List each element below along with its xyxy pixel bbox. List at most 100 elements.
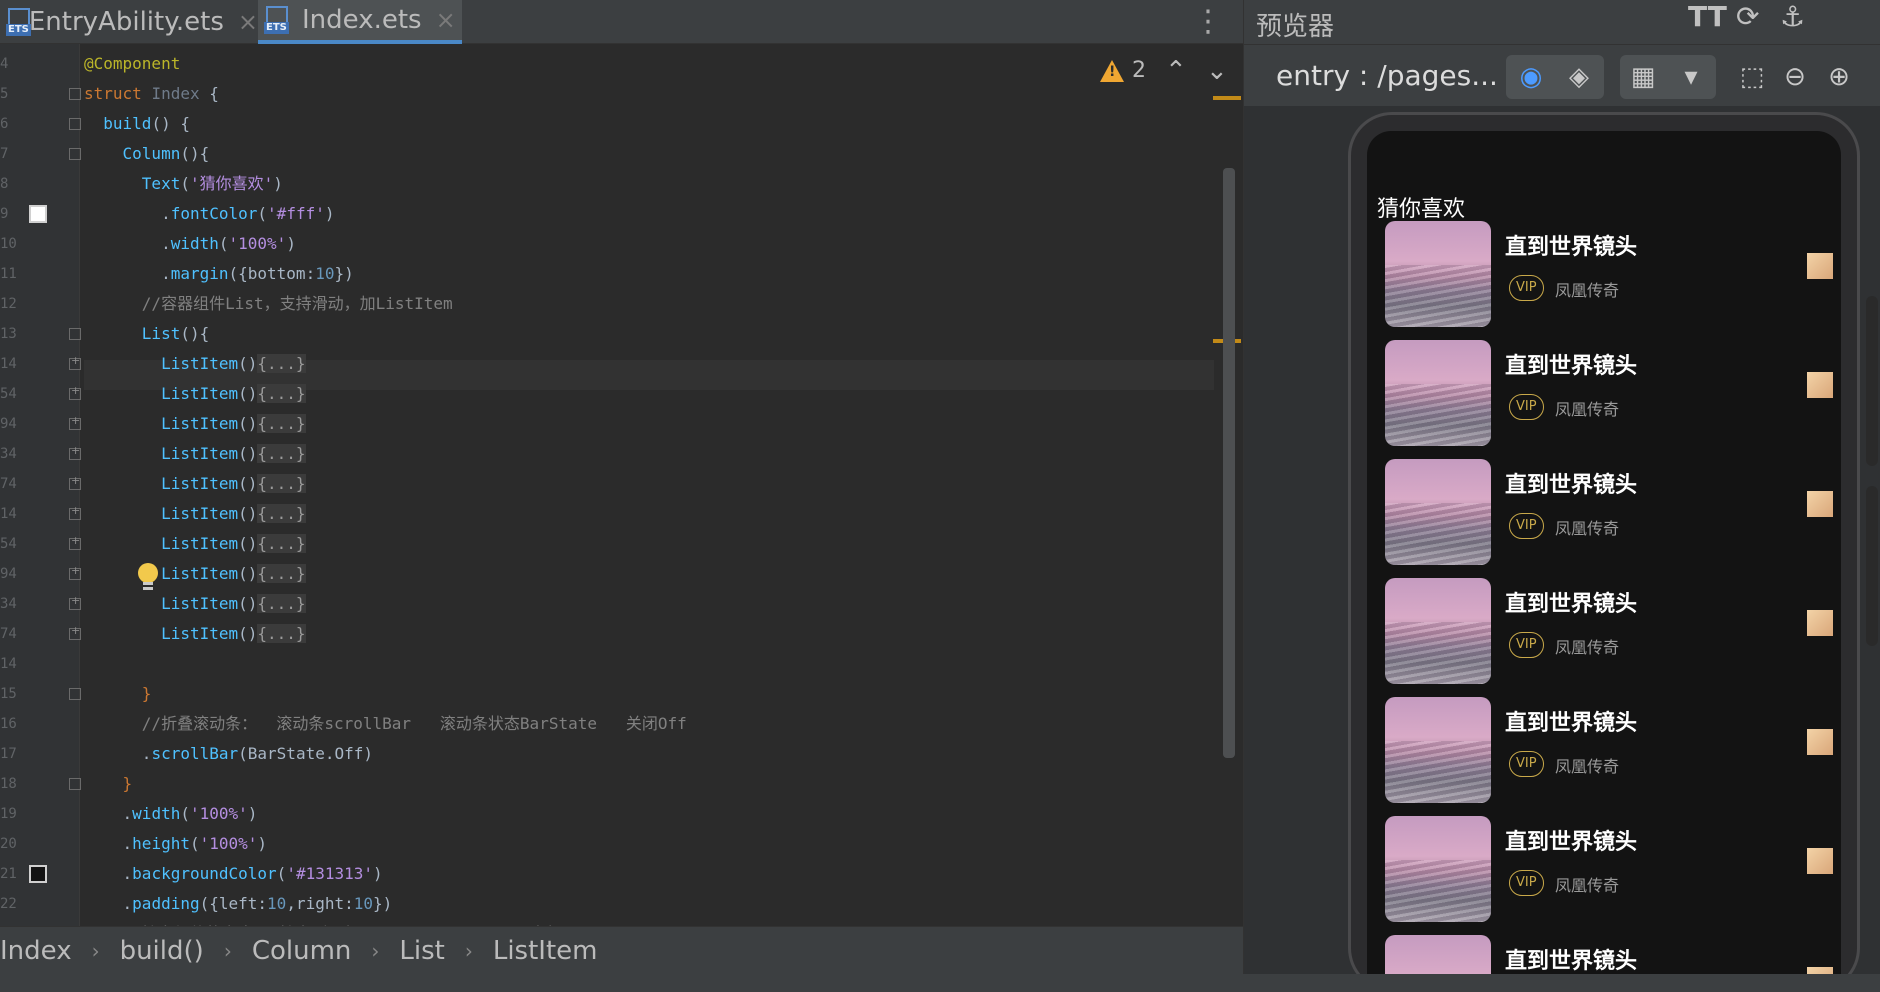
expand-fold-icon[interactable] xyxy=(69,534,81,550)
code-line: ListItem(){...} xyxy=(84,379,306,409)
color-swatch-icon[interactable] xyxy=(29,205,47,223)
expand-fold-icon[interactable] xyxy=(69,594,81,610)
lightbulb-icon[interactable] xyxy=(138,563,158,591)
song-list-item[interactable]: 直到世界镜头 VIP 凤凰传奇 xyxy=(1385,578,1833,684)
folded-block[interactable]: {...} xyxy=(257,474,306,493)
more-action-icon[interactable] xyxy=(1807,491,1833,517)
code-token: ) xyxy=(286,234,296,253)
code-token: (){ xyxy=(180,324,210,343)
warning-stripe-marker[interactable] xyxy=(1213,96,1241,100)
breadcrumb-item[interactable]: Index xyxy=(0,936,72,966)
song-list-item[interactable]: 直到世界镜头 VIP 凤凰传奇 xyxy=(1385,459,1833,565)
scrollbar-thumb[interactable] xyxy=(1223,168,1235,758)
chevron-down-icon[interactable]: ▾ xyxy=(1668,55,1714,99)
code-token: ( xyxy=(276,864,287,883)
more-action-icon[interactable] xyxy=(1807,253,1833,279)
folded-block[interactable]: {...} xyxy=(257,564,306,583)
song-list-item[interactable]: 直到世界镜头 VIP 凤凰传奇 xyxy=(1385,340,1833,446)
collapse-fold-icon[interactable] xyxy=(69,88,81,100)
code-line: .scrollBar(BarState.Off) xyxy=(84,739,373,769)
folded-block[interactable]: {...} xyxy=(257,624,306,643)
more-action-icon[interactable] xyxy=(1807,848,1833,874)
zoom-out-icon[interactable]: ⊖ xyxy=(1772,55,1818,99)
more-action-icon[interactable] xyxy=(1807,729,1833,755)
code-token: () xyxy=(238,624,258,643)
refresh-icon[interactable]: ⟳ xyxy=(1736,0,1759,33)
zoom-in-icon[interactable]: ⊕ xyxy=(1816,55,1862,99)
code-token: () xyxy=(238,414,258,433)
tab-entryability[interactable]: ETS EntryAbility.ets × xyxy=(0,0,258,44)
line-number: 17 xyxy=(0,746,17,762)
code-line: ListItem(){...} xyxy=(84,589,306,619)
collapse-fold-icon[interactable] xyxy=(69,328,81,340)
color-swatch-icon[interactable] xyxy=(29,865,47,883)
song-list-item[interactable]: 直到世界镜头 VIP 凤凰传奇 xyxy=(1385,697,1833,803)
line-number: 13 xyxy=(0,326,17,342)
side-handle[interactable] xyxy=(1866,296,1878,466)
collapse-fold-icon[interactable] xyxy=(69,778,81,790)
expand-fold-icon[interactable] xyxy=(69,354,81,370)
code-token: } xyxy=(122,774,133,793)
breadcrumb-item[interactable]: Column xyxy=(252,936,352,966)
chevron-down-icon[interactable]: ⌄ xyxy=(1206,56,1228,86)
code-token: }) xyxy=(373,894,393,913)
expand-fold-icon[interactable] xyxy=(69,444,81,460)
more-vertical-icon[interactable]: ⋮ xyxy=(1193,4,1223,39)
font-size-icon[interactable]: TT xyxy=(1688,0,1727,33)
folded-block[interactable]: {...} xyxy=(257,354,306,373)
close-icon[interactable]: × xyxy=(238,8,258,36)
inspect-icon[interactable]: ◉ xyxy=(1508,55,1554,99)
code-token: () xyxy=(238,534,258,553)
expand-fold-icon[interactable] xyxy=(69,384,81,400)
more-action-icon[interactable] xyxy=(1807,372,1833,398)
close-icon[interactable]: × xyxy=(436,6,456,34)
song-title: 直到世界镜头 xyxy=(1505,949,1638,974)
chevron-up-icon[interactable]: ⌃ xyxy=(1165,56,1187,86)
chevron-right-icon: › xyxy=(464,938,473,963)
folded-block[interactable]: {...} xyxy=(257,594,306,613)
collapse-fold-icon[interactable] xyxy=(69,688,81,700)
song-title: 直到世界镜头 xyxy=(1505,830,1638,855)
expand-fold-icon[interactable] xyxy=(69,624,81,640)
grid-icon[interactable]: ▦ xyxy=(1620,55,1666,99)
expand-fold-icon[interactable] xyxy=(69,564,81,580)
preview-page-path[interactable]: entry : /pages... xyxy=(1276,59,1498,92)
folded-block[interactable]: {...} xyxy=(257,504,306,523)
code-area[interactable]: @Component struct Index { build() { Colum… xyxy=(84,44,1214,943)
layers-icon[interactable]: ◈ xyxy=(1556,55,1602,99)
collapse-fold-icon[interactable] xyxy=(69,148,81,160)
code-line: .width('100%') xyxy=(84,799,258,829)
code-token: width xyxy=(170,234,219,253)
line-number: 14 xyxy=(0,656,17,672)
tab-label: Index.ets xyxy=(302,5,422,35)
more-action-icon[interactable] xyxy=(1807,610,1833,636)
pin-icon[interactable]: ⚓ xyxy=(1780,0,1805,33)
album-cover xyxy=(1385,221,1491,327)
breadcrumb-item[interactable]: ListItem xyxy=(493,936,598,966)
side-handle[interactable] xyxy=(1866,486,1878,646)
folded-block[interactable]: {...} xyxy=(257,534,306,553)
collapse-fold-icon[interactable] xyxy=(69,118,81,130)
folded-block[interactable]: {...} xyxy=(257,384,306,403)
frame-icon[interactable]: ⬚ xyxy=(1729,55,1775,99)
song-list-item[interactable]: 直到世界镜头 VIP 凤凰传奇 xyxy=(1385,816,1833,922)
folded-block[interactable]: {...} xyxy=(257,414,306,433)
breadcrumb-item[interactable]: build() xyxy=(120,936,204,966)
song-list-item[interactable]: 直到世界镜头 VIP 凤凰传奇 xyxy=(1385,221,1833,327)
vertical-scrollbar[interactable] xyxy=(1213,168,1243,758)
expand-fold-icon[interactable] xyxy=(69,414,81,430)
folded-block[interactable]: {...} xyxy=(257,444,306,463)
code-line: build() { xyxy=(84,109,190,139)
warning-indicator[interactable]: ! 2 xyxy=(1100,58,1146,83)
artist-name: 凤凰传奇 xyxy=(1555,638,1620,657)
tab-index[interactable]: ETS Index.ets × xyxy=(258,0,462,44)
previewer-toolbar: entry : /pages... ◉ ◈ ▦ ▾ ⬚ ⊖ ⊕ xyxy=(1244,44,1880,106)
expand-fold-icon[interactable] xyxy=(69,474,81,490)
code-token: ) xyxy=(373,864,383,883)
device-screen[interactable]: 猜你喜欢 直到世界镜头 VIP 凤凰传奇 直到世界镜头 VIP 凤凰传奇 直到世界镜头 VIP… xyxy=(1367,131,1841,989)
expand-fold-icon[interactable] xyxy=(69,504,81,520)
breadcrumb-item[interactable]: List xyxy=(399,936,444,966)
code-editor: ETS EntryAbility.ets × ETS Index.ets × ⋮… xyxy=(0,0,1243,992)
